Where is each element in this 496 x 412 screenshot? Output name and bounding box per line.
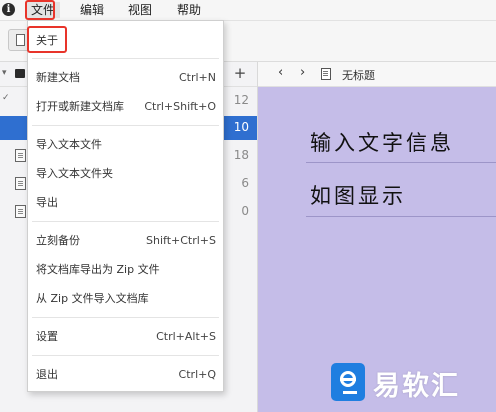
watermark-text: 易软汇 [373, 371, 460, 402]
document-icon [15, 205, 26, 218]
editor-text-line[interactable]: 输入文字信息 [310, 127, 454, 157]
library-icon [15, 69, 25, 78]
menu-divider [32, 221, 219, 222]
menu-item-label: 导出 [36, 196, 58, 209]
menu-item-label: 新建文档 [36, 71, 80, 84]
menu-edit[interactable]: 编辑 [75, 2, 109, 18]
menu-item-label: 导入文本文件 [36, 138, 102, 151]
watermark-logo-icon [331, 363, 365, 401]
editor-text-line[interactable]: 如图显示 [310, 180, 406, 210]
menu-help[interactable]: 帮助 [172, 2, 206, 18]
menu-item-shortcut: Shift+Ctrl+S [146, 234, 216, 247]
menu-item-quit[interactable]: 退出 Ctrl+Q [28, 364, 223, 386]
menubar: i 文件 编辑 视图 帮助 [0, 0, 496, 21]
menu-item-import-text-folder[interactable]: 导入文本文件夹 [28, 163, 223, 185]
menu-item-label: 将文档库导出为 Zip 文件 [36, 263, 160, 276]
item-count: 12 [233, 93, 249, 107]
menu-item-new-document[interactable]: 新建文档 Ctrl+N [28, 67, 223, 89]
file-menu-dropdown: 关于 新建文档 Ctrl+N 打开或新建文档库 Ctrl+Shift+O 导入文… [27, 20, 224, 392]
menu-divider [32, 355, 219, 356]
menu-item-label: 导入文本文件夹 [36, 167, 113, 180]
chevron-down-icon[interactable]: ✓ [2, 93, 10, 103]
chevron-down-icon[interactable]: ▾ [2, 68, 7, 78]
item-count: 0 [241, 204, 249, 218]
line-divider [306, 162, 496, 163]
menu-item-shortcut: Ctrl+Shift+O [144, 100, 216, 113]
forward-button[interactable]: › [300, 65, 305, 80]
menu-item-label: 立刻备份 [36, 234, 80, 247]
menu-item-label: 打开或新建文档库 [36, 100, 124, 113]
menu-item-settings[interactable]: 设置 Ctrl+Alt+S [28, 326, 223, 348]
menu-item-label: 退出 [36, 368, 58, 381]
document-icon [15, 177, 26, 190]
menu-item-export[interactable]: 导出 [28, 192, 223, 214]
item-count: 6 [241, 176, 249, 190]
menu-item-import-text-file[interactable]: 导入文本文件 [28, 134, 223, 156]
menu-item-export-zip[interactable]: 将文档库导出为 Zip 文件 [28, 259, 223, 281]
menu-divider [32, 125, 219, 126]
menu-item-label: 从 Zip 文件导入文档库 [36, 292, 149, 305]
menu-item-backup-now[interactable]: 立刻备份 Shift+Ctrl+S [28, 230, 223, 252]
document-icon [16, 34, 25, 46]
highlight-file-menu [25, 0, 55, 20]
add-folder-button[interactable]: + [233, 65, 247, 81]
app-logo-icon[interactable]: i [2, 3, 15, 16]
menu-divider [32, 58, 219, 59]
menu-item-import-zip[interactable]: 从 Zip 文件导入文档库 [28, 288, 223, 310]
menu-item-shortcut: Ctrl+N [178, 71, 216, 84]
menu-item-shortcut: Ctrl+Alt+S [156, 330, 216, 343]
menu-item-label: 设置 [36, 330, 58, 343]
document-title: 无标题 [342, 69, 375, 82]
item-count: 10 [233, 120, 249, 134]
menu-divider [32, 317, 219, 318]
item-count: 18 [233, 148, 249, 162]
line-divider [306, 216, 496, 217]
back-button[interactable]: ‹ [278, 65, 283, 80]
document-icon [15, 149, 26, 162]
watermark: 易软汇 [331, 363, 491, 403]
menu-view[interactable]: 视图 [123, 2, 157, 18]
highlight-about-item [27, 26, 67, 53]
menu-item-open-library[interactable]: 打开或新建文档库 Ctrl+Shift+O [28, 96, 223, 118]
editor-header: ‹ › 无标题 [258, 62, 496, 87]
document-icon [321, 68, 331, 80]
menu-item-shortcut: Ctrl+Q [178, 368, 216, 381]
